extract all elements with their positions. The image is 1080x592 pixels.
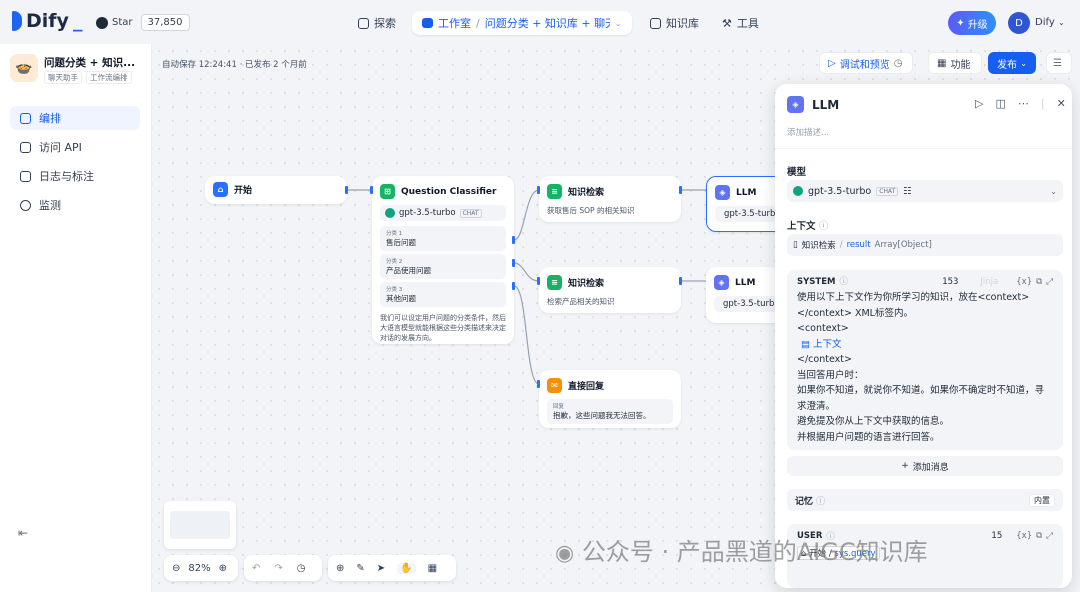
panel-title: LLM bbox=[812, 97, 840, 112]
port-classifier-in[interactable] bbox=[370, 186, 373, 194]
variable-insert-icon[interactable]: {x} bbox=[1016, 275, 1032, 291]
classifier-desc: 我们可以设定用户问题的分类条件，然后大语言模型就能根据这些分类描述来决定对话的发… bbox=[380, 314, 506, 342]
classifier-model: gpt-3.5-turbo CHAT bbox=[380, 205, 506, 221]
context-label: 上下文 ⓘ bbox=[787, 221, 829, 232]
system-prompt-editor[interactable]: SYSTEM ⓘ 153 Jinja {x} ⧉ ⤢ 使用以下上下文作为你所学习… bbox=[787, 270, 1063, 450]
memory-section[interactable]: 记忆 ⓘ 内置 bbox=[787, 489, 1063, 511]
database-icon: ≡ bbox=[547, 275, 562, 290]
history-icon[interactable]: ◷ bbox=[297, 563, 306, 574]
port-kr1-in[interactable] bbox=[537, 186, 540, 194]
port-kr2-out[interactable] bbox=[679, 277, 682, 285]
help-icon: ⓘ bbox=[816, 496, 826, 507]
node-direct-answer[interactable]: ✉ 直接回复 回复 抱歉，这些问题我无法回答。 bbox=[539, 370, 681, 428]
port-start-out[interactable] bbox=[345, 186, 348, 194]
port-answer-in[interactable] bbox=[537, 380, 540, 388]
port-class1-out[interactable] bbox=[512, 236, 515, 244]
book-icon: ▯ bbox=[793, 240, 798, 250]
redo-icon[interactable]: ↷ bbox=[274, 563, 282, 574]
llm-model: gpt-3.5-turb bbox=[714, 296, 778, 312]
history-controls: ↶ ↷ ◷ bbox=[244, 555, 322, 581]
llm-icon: ◈ bbox=[715, 185, 730, 200]
database-icon: ≡ bbox=[547, 184, 562, 199]
node-desc: 检索产品相关的知识 bbox=[547, 297, 615, 306]
description-input[interactable]: 添加描述... bbox=[787, 126, 829, 138]
answer-content: 回复 抱歉，这些问题我无法回答。 bbox=[547, 399, 673, 424]
class-item: 分类 2 产品使用问题 bbox=[380, 254, 506, 279]
openai-icon bbox=[793, 186, 803, 196]
plus-icon: + bbox=[901, 461, 909, 471]
pointer-icon[interactable]: ➤ bbox=[377, 563, 385, 574]
copy-icon[interactable]: ⧉ bbox=[1036, 275, 1042, 291]
llm-config-panel: ◈ LLM ▷ ◫ ⋯ | ✕ 添加描述... 模型 gpt-3.5-turbo… bbox=[775, 84, 1072, 588]
more-icon[interactable]: ⋯ bbox=[1018, 97, 1029, 110]
port-kr2-in[interactable] bbox=[537, 277, 540, 285]
expand-icon[interactable]: ⤢ bbox=[1046, 275, 1053, 291]
run-node-icon[interactable]: ▷ bbox=[975, 97, 983, 110]
zoom-in-icon[interactable]: ⊕ bbox=[219, 563, 227, 574]
edge-class3-answer bbox=[513, 285, 540, 385]
node-llm-1[interactable]: ◈ LLM gpt-3.5-turb bbox=[706, 176, 786, 232]
variable-insert-icon[interactable]: {x} bbox=[1016, 531, 1032, 541]
class-item: 分类 1 售后问题 bbox=[380, 226, 506, 251]
settings-sliders-icon[interactable]: ☷ bbox=[903, 186, 912, 197]
token-count: 153 bbox=[942, 277, 959, 288]
port-kr1-out[interactable] bbox=[679, 186, 682, 194]
role-label: SYSTEM bbox=[797, 277, 836, 288]
chevron-down-icon: ⌄ bbox=[1050, 186, 1057, 196]
llm-icon: ◈ bbox=[714, 275, 729, 290]
node-knowledge-retrieval-2[interactable]: ≡ 知识检索 检索产品相关的知识 bbox=[539, 267, 681, 313]
split-view-icon[interactable]: ◫ bbox=[995, 97, 1005, 110]
zoom-level: 82% bbox=[188, 562, 211, 574]
expand-icon[interactable]: ⤢ bbox=[1046, 531, 1053, 541]
zoom-out-icon[interactable]: ⊖ bbox=[172, 563, 180, 574]
answer-icon: ✉ bbox=[547, 378, 562, 393]
organize-icon[interactable]: ▦ bbox=[428, 563, 437, 574]
wechat-icon: ◉ bbox=[555, 541, 575, 566]
context-block: ▤ 上下文 bbox=[801, 338, 842, 350]
copy-icon[interactable]: ⧉ bbox=[1036, 531, 1042, 541]
llm-icon: ◈ bbox=[787, 96, 804, 113]
node-question-classifier[interactable]: ⊞ Question Classifier gpt-3.5-turbo CHAT 分… bbox=[372, 176, 514, 344]
class-item: 分类 3 其他问题 bbox=[380, 282, 506, 307]
node-knowledge-retrieval-1[interactable]: ≡ 知识检索 获取售后 SOP 的相关知识 bbox=[539, 176, 681, 222]
undo-icon[interactable]: ↶ bbox=[252, 563, 260, 574]
file-icon: ▤ bbox=[801, 338, 810, 350]
port-class3-out[interactable] bbox=[512, 282, 515, 290]
hand-icon[interactable]: ✋ bbox=[397, 562, 416, 574]
add-node-icon[interactable]: ⊕ bbox=[336, 563, 344, 574]
canvas-tools: ⊕ ✎ ➤ ✋ ▦ bbox=[328, 555, 456, 581]
model-label: 模型 bbox=[787, 167, 807, 178]
node-llm-2[interactable]: ◈ LLM gpt-3.5-turb bbox=[706, 267, 786, 323]
memory-badge: 内置 bbox=[1029, 493, 1055, 507]
watermark: ◉ 公众号 · 产品黑道的AIGC知识库 bbox=[555, 538, 928, 566]
model-selector[interactable]: gpt-3.5-turbo CHAT ☷ ⌄ bbox=[787, 180, 1063, 202]
edge-class2-kr2 bbox=[513, 262, 540, 282]
context-variable[interactable]: ▯ 知识检索 / result Array[Object] bbox=[787, 234, 1063, 256]
classifier-icon: ⊞ bbox=[380, 184, 395, 199]
add-message-button[interactable]: + 添加消息 bbox=[787, 456, 1063, 476]
help-icon: ⓘ bbox=[818, 221, 829, 232]
node-desc: 获取售后 SOP 的相关知识 bbox=[547, 206, 635, 215]
minimap[interactable] bbox=[164, 501, 236, 549]
port-class2-out[interactable] bbox=[512, 259, 515, 267]
home-icon: ⌂ bbox=[213, 182, 228, 197]
close-icon[interactable]: ✕ bbox=[1057, 97, 1066, 110]
llm-model: gpt-3.5-turb bbox=[715, 206, 777, 222]
zoom-control[interactable]: ⊖ 82% ⊕ bbox=[164, 555, 238, 581]
edge-class1-kr1 bbox=[513, 189, 540, 241]
node-start[interactable]: ⌂ 开始 bbox=[205, 176, 347, 204]
help-icon: ⓘ bbox=[839, 277, 848, 288]
add-note-icon[interactable]: ✎ bbox=[356, 563, 364, 574]
jinja-toggle[interactable]: Jinja bbox=[980, 275, 998, 291]
openai-icon bbox=[385, 208, 395, 218]
